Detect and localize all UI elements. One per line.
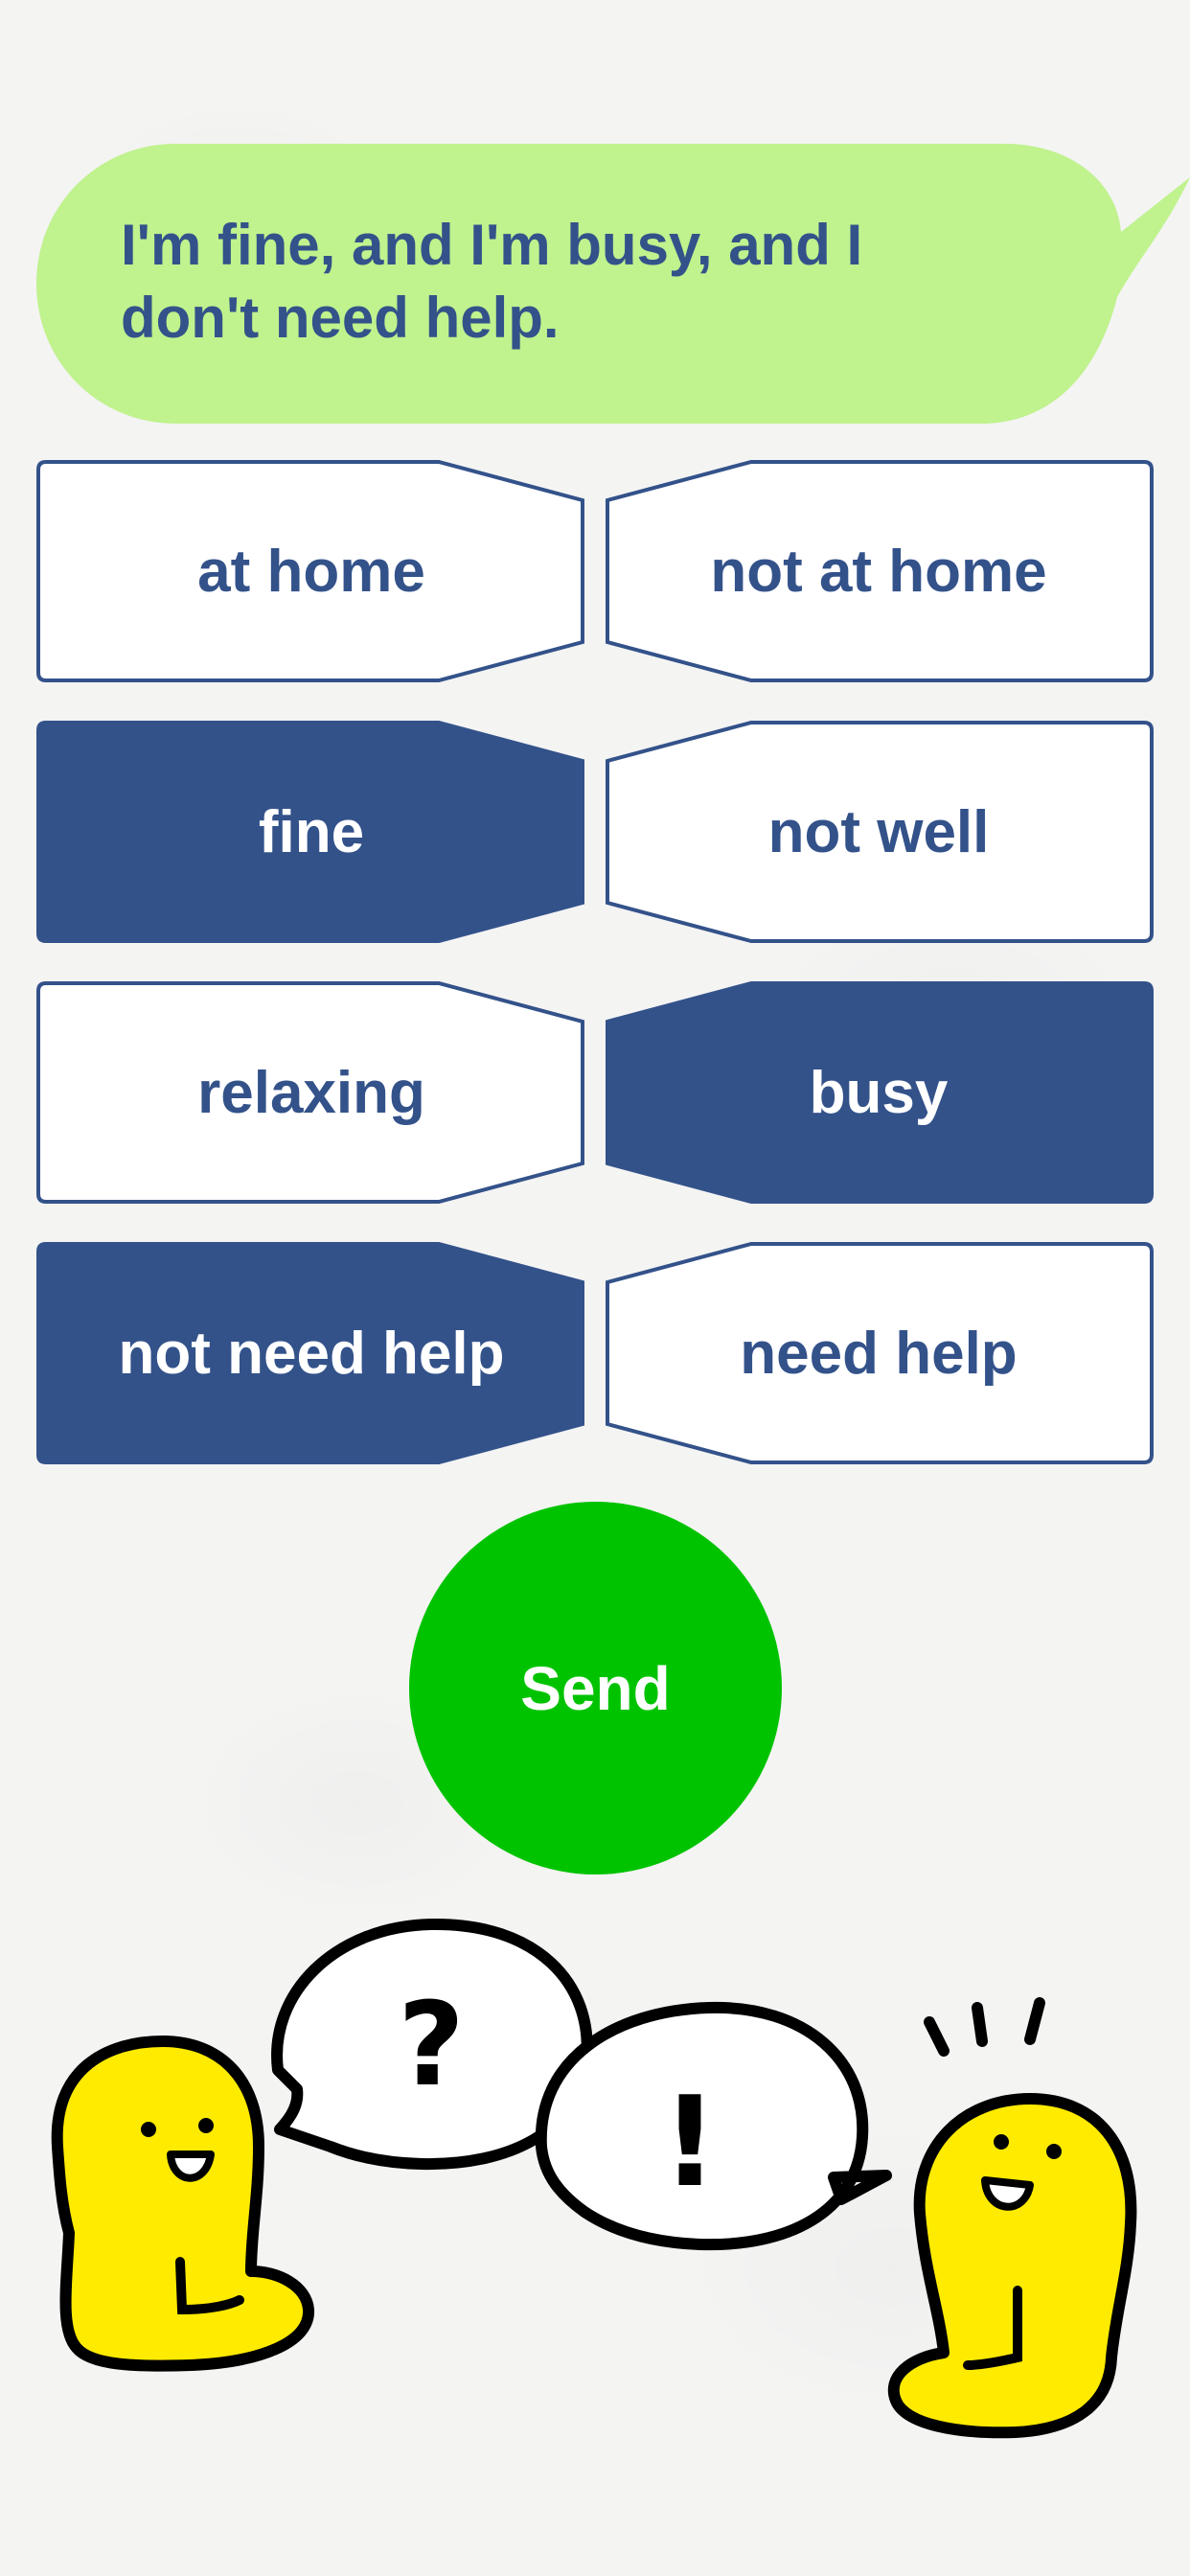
send-button[interactable]: Send	[409, 1502, 782, 1874]
option-label: relaxing	[197, 1059, 425, 1126]
option-label: at home	[197, 538, 425, 605]
option-label: not at home	[710, 538, 1047, 605]
characters-illustration: ? !	[51, 1918, 1137, 2439]
option-label: busy	[809, 1059, 949, 1126]
option-at-home-button[interactable]: at home	[36, 460, 586, 682]
option-not-need-help-button[interactable]: not need help	[36, 1242, 586, 1464]
option-label: not well	[767, 798, 990, 865]
option-need-help-button[interactable]: need help	[604, 1242, 1154, 1464]
option-fine-button[interactable]: fine	[36, 721, 586, 943]
exclamation-bubble-icon: !	[535, 2001, 892, 2251]
option-relaxing-button[interactable]: relaxing	[36, 981, 586, 1204]
message-text: I'm fine, and I'm busy, and I don't need…	[121, 213, 863, 350]
message-bubble: I'm fine, and I'm busy, and I don't need…	[36, 144, 1190, 426]
right-character-icon	[888, 1997, 1137, 2439]
option-not-at-home-button[interactable]: not at home	[604, 460, 1154, 682]
option-label: fine	[258, 798, 365, 865]
option-busy-button[interactable]: busy	[604, 981, 1154, 1204]
option-label: need help	[740, 1320, 1018, 1387]
option-not-well-button[interactable]: not well	[604, 721, 1154, 943]
option-label: not need help	[118, 1320, 505, 1387]
question-mark: ?	[398, 1979, 465, 2112]
exclamation-mark: !	[661, 2069, 718, 2215]
left-character-icon	[51, 2036, 314, 2372]
